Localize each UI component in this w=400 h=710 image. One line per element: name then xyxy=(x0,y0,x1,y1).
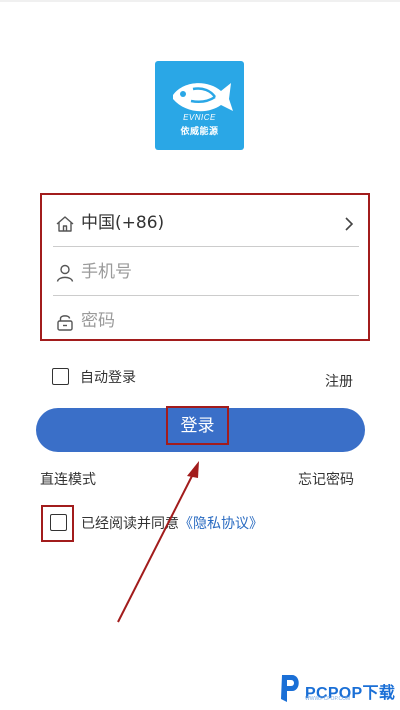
agreement-text: 已经阅读并同意《隐私协议》 xyxy=(81,515,263,533)
forgot-password-link[interactable]: 忘记密码 xyxy=(298,471,354,489)
user-icon xyxy=(56,264,74,282)
status-bar-divider xyxy=(0,0,400,2)
lock-icon xyxy=(57,315,73,331)
logo-brand-text: EVNICE xyxy=(183,113,216,122)
login-button-highlight: 登录 xyxy=(166,406,229,445)
logo-brand-cn-text: 依威能源 xyxy=(180,127,219,137)
pcpop-logo-icon xyxy=(281,675,299,702)
watermark: PCPOP下载 WWW.PCPOP.COM xyxy=(272,670,400,706)
divider xyxy=(53,246,359,247)
watermark-subtext: WWW.PCPOP.COM xyxy=(305,696,351,702)
country-code-value: 中国(+86) xyxy=(81,213,165,233)
register-link[interactable]: 注册 xyxy=(325,373,353,391)
password-input[interactable] xyxy=(81,308,341,334)
phone-input[interactable] xyxy=(81,259,341,285)
password-row xyxy=(53,299,359,339)
login-form: 中国(+86) xyxy=(40,193,370,341)
login-button-label: 登录 xyxy=(180,416,215,436)
auto-login-label: 自动登录 xyxy=(80,370,136,386)
divider xyxy=(53,295,359,296)
phone-row xyxy=(53,250,359,296)
agreement-checkbox[interactable] xyxy=(50,514,67,531)
country-selector[interactable]: 中国(+86) xyxy=(53,201,359,247)
auto-login-checkbox[interactable] xyxy=(52,368,69,385)
app-logo: EVNICE 依威能源 xyxy=(155,61,244,150)
privacy-agreement-link[interactable]: 《隐私协议》 xyxy=(179,516,263,532)
direct-mode-link[interactable]: 直连模式 xyxy=(40,471,96,489)
home-icon xyxy=(56,216,74,232)
agreement-prefix: 已经阅读并同意 xyxy=(81,516,179,532)
chevron-right-icon xyxy=(345,217,354,231)
